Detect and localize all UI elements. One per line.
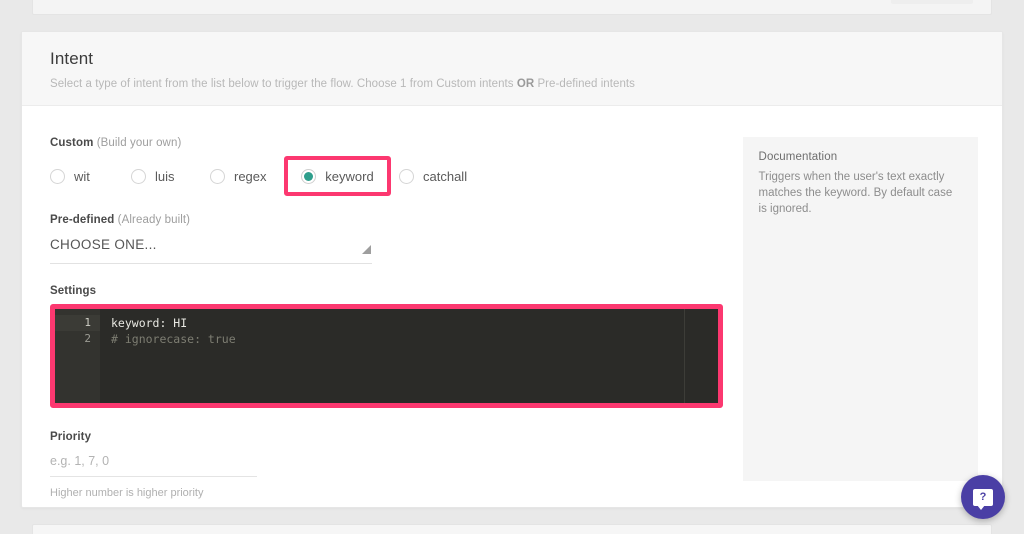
predefined-label-bold: Pre-defined [50,214,115,226]
documentation-panel: Documentation Triggers when the user's t… [742,137,978,481]
radio-label-luis: luis [155,168,175,184]
radio-circle-icon [210,168,225,184]
subtitle-part-1: Select a type of intent from the list be… [50,78,517,90]
radio-dot [304,171,314,181]
subtitle-or: OR [516,78,535,90]
custom-intent-radio-group: wit luis regex keyword catchall [50,156,726,196]
radio-label-keyword: keyword [325,168,374,184]
code-line: keyword: HI [111,316,188,330]
predefined-label-muted: (Already built) [114,214,191,226]
previous-card-fragment [32,0,992,15]
custom-label-bold: Custom [50,137,94,149]
radio-circle-icon [399,168,414,184]
radio-label-catchall: catchall [423,168,468,184]
triangle-down-icon [362,245,371,254]
documentation-body: Triggers when the user's text exactly ma… [758,171,953,215]
custom-label-muted: (Build your own) [93,137,182,149]
priority-help-text: Higher number is higher priority [50,487,204,499]
editor-text-area[interactable]: keyword: HI # ignorecase: true [100,309,718,403]
editor-line-numbers: 1 2 [55,309,100,403]
priority-input[interactable]: e.g. 1, 7, 0 [50,454,257,477]
predefined-label: Pre-defined (Already built) [50,214,726,226]
predefined-block: Pre-defined (Already built) CHOOSE ONE..… [50,214,726,264]
subtitle-part-2: Pre-defined intents [534,78,635,90]
page-title: Intent [50,49,94,68]
help-question-glyph: ? [979,490,987,503]
documentation-title: Documentation [758,151,838,163]
radio-circle-icon [131,168,146,184]
page-subtitle: Select a type of intent from the list be… [50,78,1002,90]
custom-label: Custom (Build your own) [50,137,726,149]
help-chat-button[interactable]: ? [961,475,1005,519]
predefined-selected-value: CHOOSE ONE... [50,237,157,252]
priority-block: Priority e.g. 1, 7, 0 Higher number is h… [50,431,726,499]
code-line-comment: # ignorecase: true [111,332,236,346]
radio-option-catchall[interactable]: catchall [391,156,496,196]
line-number: 2 [84,332,91,345]
settings-block: Settings 1 2 keyword: HI # ignorecase: t… [50,285,726,408]
radio-option-regex[interactable]: regex [210,156,284,196]
predefined-select[interactable]: CHOOSE ONE... [50,236,372,264]
intent-card-header: Intent Select a type of intent from the … [22,32,1002,106]
radio-circle-icon [50,168,65,184]
next-card-fragment [32,524,992,534]
keyword-highlight-box: keyword [284,156,391,196]
radio-option-wit[interactable]: wit [50,156,131,196]
editor-print-margin [684,309,685,403]
radio-option-keyword[interactable]: keyword [288,156,387,196]
documentation-column: Documentation Triggers when the user's t… [742,137,978,499]
intent-card: Intent Select a type of intent from the … [21,31,1003,508]
form-column: Custom (Build your own) wit luis regex k… [50,137,726,499]
line-number: 1 [55,315,100,331]
radio-option-luis[interactable]: luis [131,156,210,196]
priority-label: Priority [50,431,92,443]
intent-card-body: Custom (Build your own) wit luis regex k… [22,106,1002,499]
help-chat-icon: ? [973,488,993,510]
radio-circle-checked-icon [301,168,317,184]
radio-label-regex: regex [234,168,267,184]
radio-label-wit: wit [74,168,90,184]
previous-card-button[interactable] [891,0,973,4]
screen: Intent Select a type of intent from the … [0,0,1024,534]
settings-code-editor[interactable]: 1 2 keyword: HI # ignorecase: true [50,304,723,408]
settings-label: Settings [50,285,97,297]
